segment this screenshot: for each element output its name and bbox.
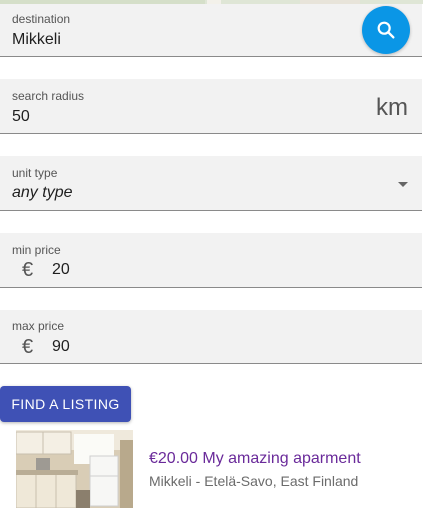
radius-unit: km xyxy=(376,94,408,121)
min-price-field[interactable]: min price € 20 xyxy=(0,233,422,288)
max-price-value: 90 xyxy=(52,338,70,355)
search-button[interactable] xyxy=(362,6,410,54)
unit-type-value: any type xyxy=(12,184,73,201)
unit-type-select[interactable]: unit type any type xyxy=(0,156,422,211)
max-price-label: max price xyxy=(12,319,65,333)
max-price-field[interactable]: max price € 90 xyxy=(0,310,422,364)
destination-value: Mikkeli xyxy=(12,31,61,48)
min-price-label: min price xyxy=(12,243,61,257)
find-listing-button[interactable]: FIND A LISTING xyxy=(0,386,131,422)
destination-field[interactable]: destination Mikkeli xyxy=(0,4,422,57)
destination-label: destination xyxy=(12,12,71,26)
listing-thumbnail[interactable] xyxy=(16,430,133,508)
search-radius-value: 50 xyxy=(12,108,30,125)
listing-location: Mikkeli - Etelä-Savo, East Finland xyxy=(149,473,359,489)
listing-title[interactable]: €20.00 My amazing aparment xyxy=(149,450,361,468)
search-icon xyxy=(377,21,395,39)
search-radius-label: search radius xyxy=(12,89,85,103)
min-price-value: 20 xyxy=(52,261,70,278)
min-price-currency-icon: € xyxy=(22,259,34,281)
search-radius-field[interactable]: search radius 50 km xyxy=(0,79,422,134)
max-price-currency-icon: € xyxy=(22,336,34,358)
dropdown-arrow-icon xyxy=(398,182,408,187)
unit-type-label: unit type xyxy=(12,166,58,180)
